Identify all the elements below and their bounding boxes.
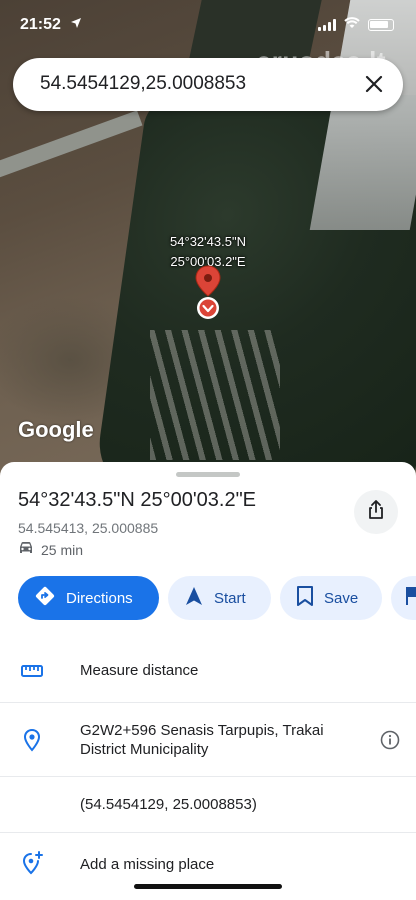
place-bottom-sheet[interactable]: 54°32'43.5"N 25°00'03.2"E 54.545413, 25.… bbox=[0, 462, 416, 900]
address-row[interactable]: G2W2+596 Senasis Tarpupis, Trakai Distri… bbox=[0, 712, 416, 778]
info-icon[interactable] bbox=[380, 730, 400, 750]
start-button[interactable]: Start bbox=[168, 576, 271, 620]
measure-distance-row[interactable]: Measure distance bbox=[0, 650, 416, 690]
search-input[interactable]: 54.5454129,25.0008853 bbox=[40, 73, 246, 95]
divider bbox=[0, 776, 416, 777]
label-button[interactable] bbox=[391, 576, 416, 620]
flag-icon bbox=[405, 586, 416, 610]
google-logo: Google bbox=[18, 417, 94, 442]
add-place-icon bbox=[20, 851, 44, 875]
share-button[interactable] bbox=[354, 490, 398, 534]
share-icon bbox=[367, 499, 385, 525]
home-indicator[interactable] bbox=[134, 884, 282, 889]
bookmark-icon bbox=[296, 585, 314, 611]
status-icons bbox=[318, 16, 394, 34]
location-arrow-icon bbox=[70, 16, 82, 34]
car-icon bbox=[18, 541, 34, 558]
place-title: 54°32'43.5"N 25°00'03.2"E bbox=[18, 489, 257, 511]
divider bbox=[0, 702, 416, 703]
battery-icon bbox=[368, 19, 394, 31]
directions-label: Directions bbox=[66, 589, 133, 607]
signal-icon bbox=[318, 19, 336, 31]
add-missing-place-row[interactable]: Add a missing place bbox=[0, 842, 416, 882]
directions-icon bbox=[34, 585, 56, 611]
location-icon bbox=[20, 728, 44, 752]
decimal-coordinates: 54.545413, 25.000885 bbox=[18, 520, 159, 536]
coordinates-row[interactable]: (54.5454129, 25.0008853) bbox=[0, 786, 416, 826]
measure-distance-label: Measure distance bbox=[80, 662, 199, 679]
wifi-icon bbox=[344, 16, 360, 34]
divider bbox=[0, 832, 416, 833]
pin-label-latitude: 54°32'43.5"N bbox=[170, 234, 246, 249]
map-pin-icon[interactable] bbox=[193, 264, 223, 324]
navigation-arrow-icon bbox=[184, 586, 204, 610]
ruler-icon bbox=[20, 659, 44, 683]
map-road bbox=[0, 110, 143, 184]
directions-button[interactable]: Directions bbox=[18, 576, 159, 620]
status-bar: 21:52 bbox=[0, 0, 416, 48]
address-text: G2W2+596 Senasis Tarpupis, Trakai Distri… bbox=[80, 722, 324, 758]
map-view[interactable]: 21:52 aruodas.lt 54.5454129,25.0008853 5… bbox=[0, 0, 416, 480]
travel-time: 25 min bbox=[18, 541, 83, 558]
coordinates-text: (54.5454129, 25.0008853) bbox=[80, 796, 257, 813]
save-button[interactable]: Save bbox=[280, 576, 382, 620]
close-icon[interactable] bbox=[361, 71, 387, 97]
action-chips: Directions Start Save bbox=[18, 576, 416, 622]
start-label: Start bbox=[214, 589, 246, 607]
save-label: Save bbox=[324, 589, 359, 607]
sheet-grabber[interactable] bbox=[176, 472, 240, 477]
status-time: 21:52 bbox=[20, 16, 61, 33]
map-field-texture bbox=[150, 330, 280, 460]
search-bar[interactable]: 54.5454129,25.0008853 bbox=[13, 58, 403, 111]
add-missing-place-label: Add a missing place bbox=[80, 856, 215, 873]
travel-time-text: 25 min bbox=[41, 541, 84, 558]
